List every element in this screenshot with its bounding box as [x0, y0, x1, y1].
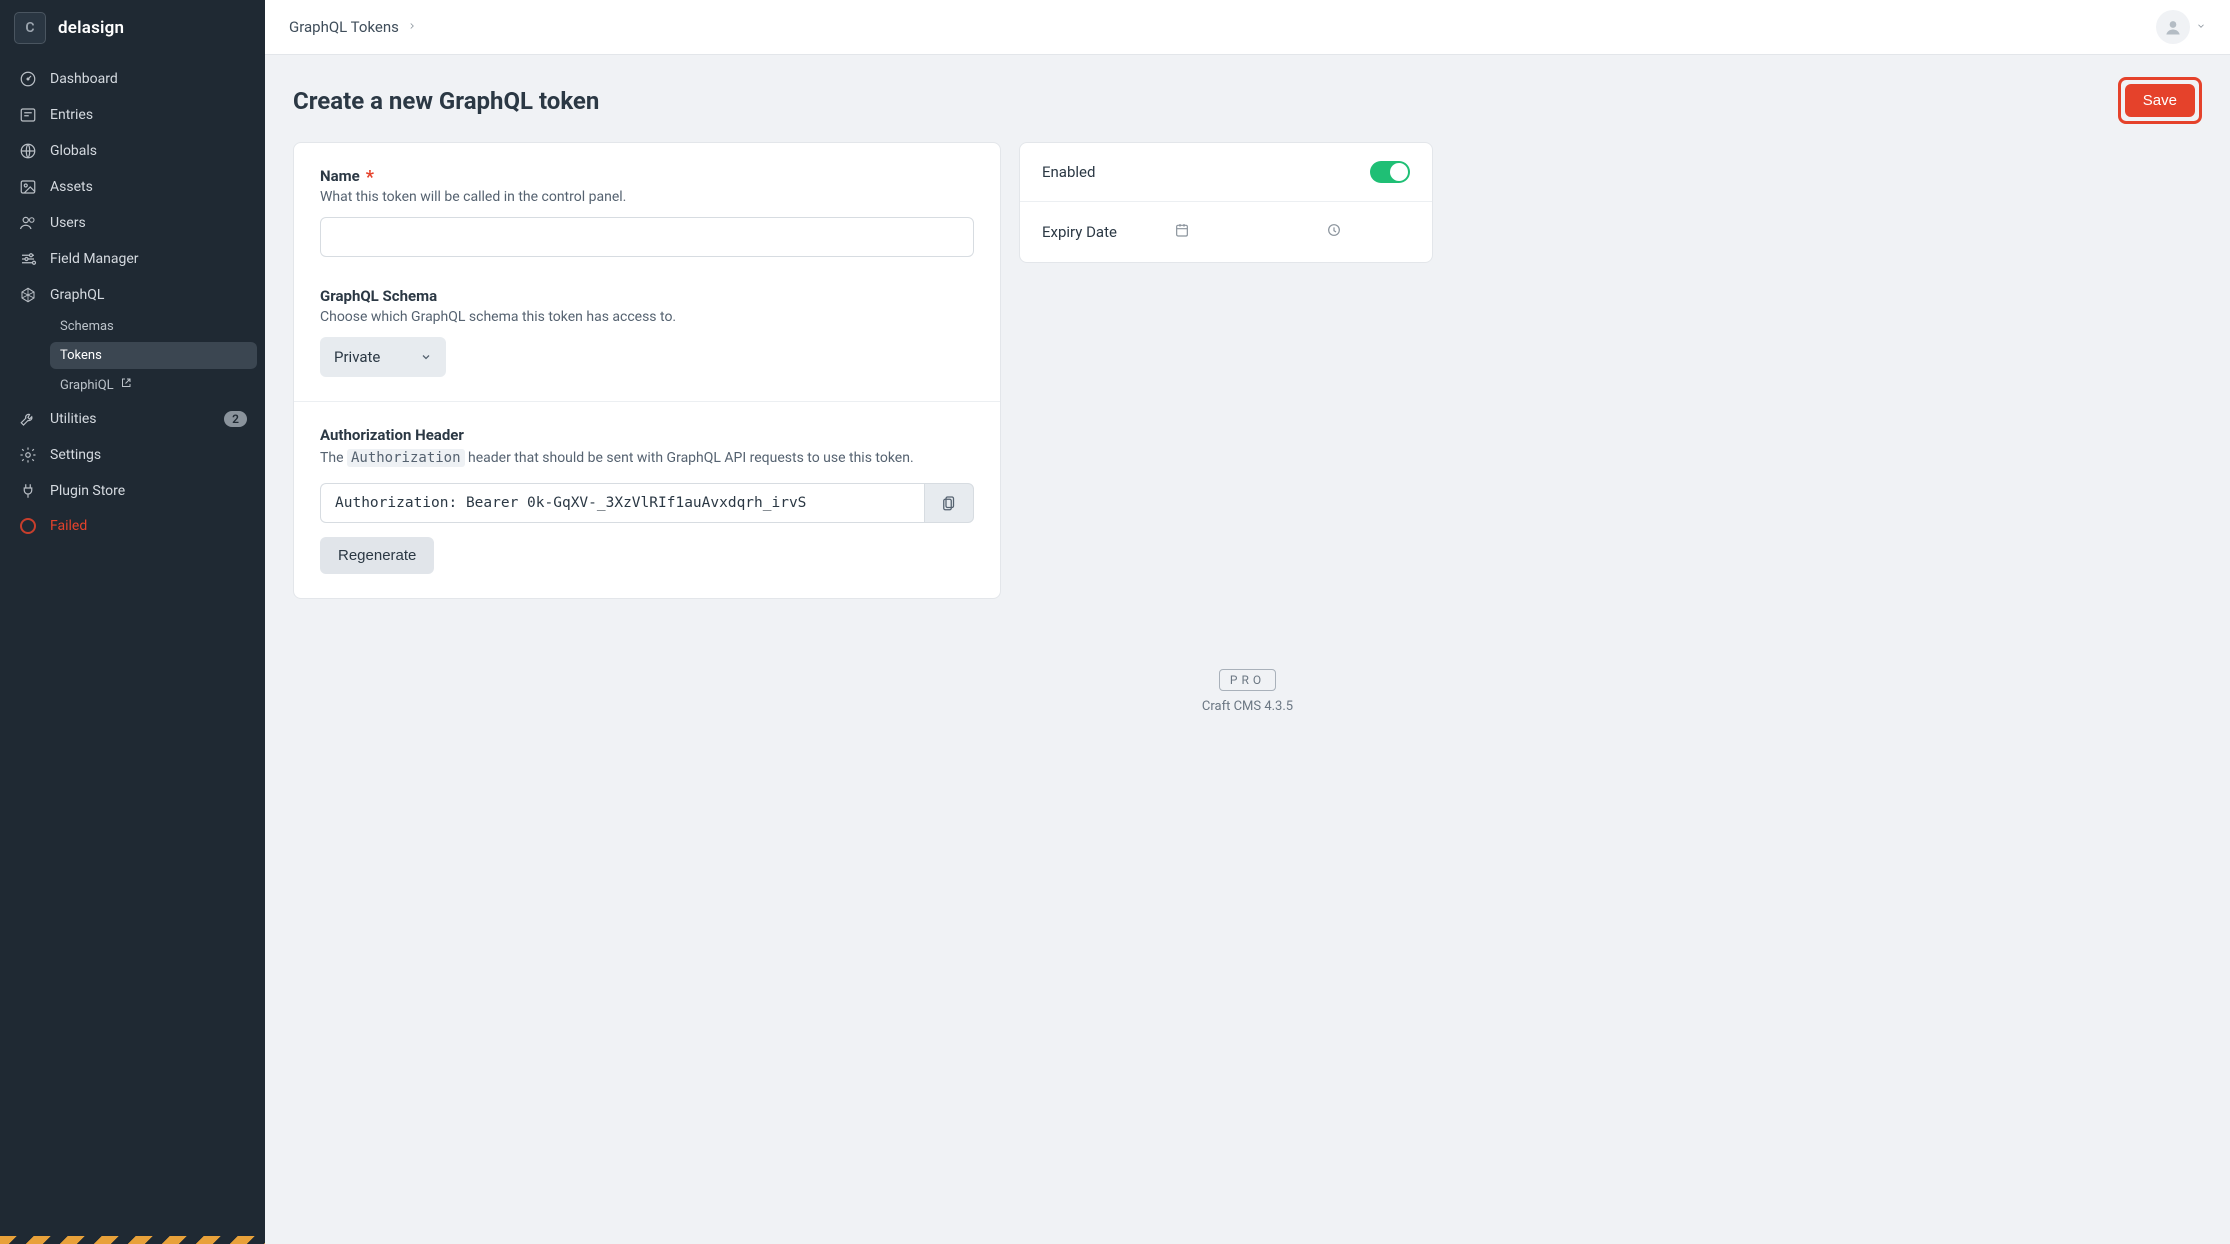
field-instructions: Choose which GraphQL schema this token h… — [320, 309, 974, 325]
status-ring-icon — [18, 518, 38, 534]
side-row-expiry: Expiry Date — [1020, 201, 1432, 262]
primary-nav: Dashboard Entries Globals Assets Users — [0, 55, 265, 1236]
dev-mode-stripe — [0, 1236, 265, 1244]
enabled-toggle[interactable] — [1370, 161, 1410, 183]
side-card: Enabled Expiry Date — [1019, 142, 1433, 263]
site-name: delasign — [58, 18, 124, 38]
footer: PRO Craft CMS 4.3.5 — [265, 639, 2230, 754]
gear-icon — [18, 446, 38, 464]
calendar-icon — [1174, 222, 1190, 242]
chevron-right-icon — [407, 19, 417, 35]
utilities-badge: 2 — [224, 411, 247, 427]
page-header: Create a new GraphQL token Save — [265, 55, 2230, 142]
sliders-icon — [18, 250, 38, 268]
sidebar-item-globals[interactable]: Globals — [8, 133, 257, 169]
sidebar-item-label: Failed — [50, 518, 87, 534]
sidebar-item-label: Settings — [50, 447, 101, 463]
page-title: Create a new GraphQL token — [293, 87, 599, 115]
regenerate-button[interactable]: Regenerate — [320, 537, 434, 574]
globe-icon — [18, 142, 38, 160]
breadcrumb: GraphQL Tokens — [289, 18, 417, 36]
field-auth-header: Authorization Header The Authorization h… — [294, 401, 1000, 598]
sidebar-item-settings[interactable]: Settings — [8, 437, 257, 473]
avatar — [2156, 10, 2190, 44]
sidebar-item-label: Globals — [50, 143, 97, 159]
schema-select[interactable]: Private — [320, 337, 446, 377]
sidebar-item-plugin-store[interactable]: Plugin Store — [8, 473, 257, 509]
site-switcher[interactable]: C delasign — [0, 0, 265, 55]
sidebar-item-dashboard[interactable]: Dashboard — [8, 61, 257, 97]
sidebar-item-utilities[interactable]: Utilities 2 — [8, 401, 257, 437]
clock-icon — [1326, 222, 1342, 242]
field-label-text: GraphQL Schema — [320, 287, 437, 305]
subnav-item-schemas[interactable]: Schemas — [50, 313, 257, 340]
user-menu[interactable] — [2156, 10, 2206, 44]
subnav-item-tokens[interactable]: Tokens — [50, 342, 257, 369]
side-label: Enabled — [1042, 163, 1158, 181]
sidebar-item-users[interactable]: Users — [8, 205, 257, 241]
auth-desc-code: Authorization — [347, 449, 465, 467]
auth-header-value[interactable] — [320, 483, 924, 523]
sidebar-subnav-graphql: Schemas Tokens GraphiQL — [8, 313, 257, 399]
sidebar-item-label: Assets — [50, 179, 93, 195]
side-label: Expiry Date — [1042, 223, 1158, 241]
expiry-time-input[interactable] — [1350, 220, 1410, 244]
sidebar-item-label: Dashboard — [50, 71, 118, 87]
sidebar-item-failed[interactable]: Failed — [8, 509, 257, 543]
edition-badge: PRO — [1219, 669, 1276, 691]
topbar: GraphQL Tokens — [265, 0, 2230, 55]
field-label-text: Authorization Header — [320, 426, 464, 444]
sidebar-item-field-manager[interactable]: Field Manager — [8, 241, 257, 277]
cms-version: Craft CMS 4.3.5 — [265, 699, 2230, 714]
site-badge: C — [14, 12, 46, 44]
auth-desc-post: header that should be sent with GraphQL … — [465, 450, 914, 466]
save-button[interactable]: Save — [2125, 84, 2195, 117]
sidebar-item-label: Utilities — [50, 411, 97, 427]
subnav-item-graphiql[interactable]: GraphiQL — [50, 371, 257, 399]
external-link-icon — [120, 377, 132, 393]
sidebar-item-label: Entries — [50, 107, 93, 123]
field-schema: GraphQL Schema Choose which GraphQL sche… — [294, 281, 1000, 401]
main: Create a new GraphQL token Save Name * W… — [265, 0, 2230, 754]
clipboard-icon — [940, 494, 958, 512]
sidebar-item-label: Plugin Store — [50, 483, 125, 499]
breadcrumb-root[interactable]: GraphQL Tokens — [289, 18, 399, 36]
image-icon — [18, 178, 38, 196]
main-form-card: Name * What this token will be called in… — [293, 142, 1001, 599]
sidebar-item-label: Field Manager — [50, 251, 139, 267]
field-name: Name * What this token will be called in… — [294, 143, 1000, 281]
auth-header-copy-row — [320, 483, 974, 523]
chevron-down-icon — [2196, 19, 2206, 35]
wrench-icon — [18, 410, 38, 428]
select-value: Private — [334, 348, 380, 366]
sidebar-item-label: Users — [50, 215, 86, 231]
chevron-down-icon — [420, 351, 432, 363]
save-highlight: Save — [2118, 77, 2202, 124]
subnav-item-label: Tokens — [60, 348, 102, 363]
content: Name * What this token will be called in… — [265, 142, 2230, 639]
graphql-icon — [18, 286, 38, 304]
sidebar-item-graphql[interactable]: GraphQL — [8, 277, 257, 313]
side-row-enabled: Enabled — [1020, 143, 1432, 201]
auth-desc-pre: The — [320, 450, 347, 466]
expiry-date-input[interactable] — [1198, 220, 1298, 244]
subnav-item-label: Schemas — [60, 319, 114, 334]
copy-button[interactable] — [924, 483, 974, 523]
field-instructions: The Authorization header that should be … — [320, 448, 974, 469]
gauge-icon — [18, 70, 38, 88]
field-label-text: Name — [320, 167, 360, 185]
users-icon — [18, 214, 38, 232]
sidebar: C delasign Dashboard Entries Globals A — [0, 0, 265, 1244]
sidebar-item-label: GraphQL — [50, 287, 104, 303]
expiry-date-group — [1174, 220, 1410, 244]
subnav-item-label: GraphiQL — [60, 378, 114, 393]
name-input[interactable] — [320, 217, 974, 257]
sidebar-item-assets[interactable]: Assets — [8, 169, 257, 205]
field-instructions: What this token will be called in the co… — [320, 189, 974, 205]
newspaper-icon — [18, 106, 38, 124]
plug-icon — [18, 482, 38, 500]
sidebar-item-entries[interactable]: Entries — [8, 97, 257, 133]
